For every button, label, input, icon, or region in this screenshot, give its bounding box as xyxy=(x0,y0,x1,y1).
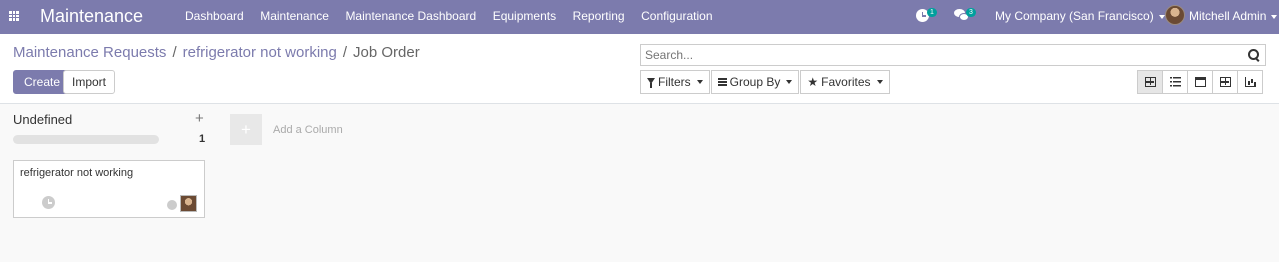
search-input[interactable] xyxy=(641,45,1231,65)
top-navbar: Maintenance Dashboard Maintenance Mainte… xyxy=(0,0,1279,34)
kanban-view-button[interactable] xyxy=(1137,70,1163,94)
main-menu: Dashboard Maintenance Maintenance Dashbo… xyxy=(185,9,729,23)
filters-button[interactable]: Filters xyxy=(640,70,710,94)
card-title: refrigerator not working xyxy=(20,167,134,179)
import-button[interactable]: Import xyxy=(63,70,116,94)
menu-item-maintenance[interactable]: Maintenance xyxy=(260,9,329,23)
control-panel: Maintenance Requests / refrigerator not … xyxy=(0,34,1279,104)
favorites-button[interactable]: ★ Favorites xyxy=(800,70,890,94)
kanban-state-dot[interactable] xyxy=(167,200,177,210)
caret-down-icon xyxy=(1271,14,1278,19)
group-by-icon xyxy=(717,78,727,86)
column-title: Undefined xyxy=(13,112,73,127)
group-by-label: Group By xyxy=(729,75,781,89)
list-view-icon xyxy=(1170,77,1181,87)
column-progress-bar[interactable] xyxy=(13,135,159,144)
company-switcher[interactable]: My Company (San Francisco) xyxy=(995,9,1165,23)
search-bar xyxy=(640,44,1266,66)
kanban-card[interactable]: refrigerator not working xyxy=(13,160,205,218)
caret-down-icon xyxy=(1158,14,1165,19)
assignee-avatar xyxy=(180,195,197,212)
add-column[interactable]: + Add a Column xyxy=(230,114,343,145)
favorites-label: Favorites xyxy=(821,75,871,89)
filter-icon xyxy=(647,78,655,88)
menu-item-maintenance-dashboard[interactable]: Maintenance Dashboard xyxy=(345,9,476,23)
pivot-view-button[interactable] xyxy=(1212,70,1238,94)
menu-item-configuration[interactable]: Configuration xyxy=(641,9,712,23)
breadcrumb: Maintenance Requests / refrigerator not … xyxy=(13,44,420,62)
add-column-plus-icon[interactable]: + xyxy=(230,114,262,145)
view-switcher xyxy=(1137,70,1263,94)
menu-item-equipments[interactable]: Equipments xyxy=(493,9,556,23)
calendar-view-button[interactable] xyxy=(1187,70,1213,94)
breadcrumb-item-maintenance-requests[interactable]: Maintenance Requests xyxy=(13,44,166,62)
calendar-view-icon xyxy=(1195,77,1206,87)
messages-count-badge: 3 xyxy=(966,8,976,17)
activity-count-badge: 1 xyxy=(927,8,937,17)
caret-down-icon xyxy=(876,80,883,84)
menu-item-reporting[interactable]: Reporting xyxy=(573,9,625,23)
pivot-view-icon xyxy=(1220,77,1231,87)
user-menu[interactable]: Mitchell Admin xyxy=(1189,9,1278,23)
graph-view-button[interactable] xyxy=(1237,70,1263,94)
app-title[interactable]: Maintenance xyxy=(40,5,143,27)
menu-item-dashboard[interactable]: Dashboard xyxy=(185,9,244,23)
activity-clock-icon[interactable] xyxy=(42,196,55,209)
quick-create-plus-icon[interactable]: + xyxy=(195,111,204,127)
search-icon[interactable] xyxy=(1248,49,1260,61)
user-name: Mitchell Admin xyxy=(1189,9,1267,23)
apps-menu-icon[interactable] xyxy=(9,11,19,21)
breadcrumb-current: Job Order xyxy=(353,44,420,61)
star-icon: ★ xyxy=(807,75,819,89)
breadcrumb-separator: / xyxy=(342,44,348,61)
caret-down-icon xyxy=(786,80,793,84)
filters-label: Filters xyxy=(658,75,691,89)
list-view-button[interactable] xyxy=(1162,70,1188,94)
company-name: My Company (San Francisco) xyxy=(995,9,1154,23)
group-by-button[interactable]: Group By xyxy=(710,70,800,94)
kanban-view-icon xyxy=(1145,77,1156,87)
graph-view-icon xyxy=(1245,77,1256,87)
breadcrumb-item-request[interactable]: refrigerator not working xyxy=(183,44,337,62)
add-column-label: Add a Column xyxy=(273,123,343,136)
search-options: Filters Group By ★ Favorites xyxy=(640,70,891,94)
breadcrumb-separator: / xyxy=(172,44,177,61)
user-avatar[interactable] xyxy=(1165,5,1185,25)
column-count: 1 xyxy=(199,133,206,145)
caret-down-icon xyxy=(696,80,703,84)
